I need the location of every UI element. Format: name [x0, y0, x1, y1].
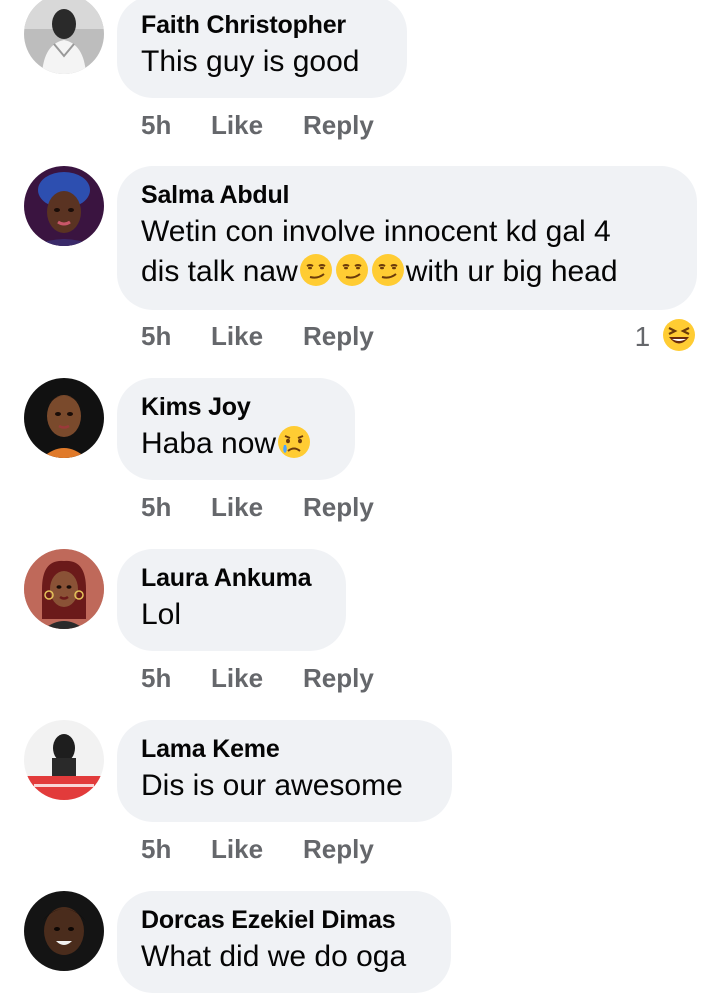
- comment-timestamp[interactable]: 5h: [141, 492, 171, 522]
- comment-timestamp[interactable]: 5h: [141, 110, 171, 140]
- comment-text: This guy is good: [141, 45, 360, 78]
- avatar[interactable]: [24, 720, 104, 800]
- comment-bubble: Laura Ankuma Lol: [117, 549, 346, 651]
- commenter-name[interactable]: Laura Ankuma: [141, 563, 316, 593]
- like-button[interactable]: Like: [211, 110, 263, 140]
- avatar[interactable]: [24, 378, 104, 458]
- comment-timestamp[interactable]: 5h: [141, 321, 171, 351]
- reaction-count: 1: [634, 321, 651, 352]
- smirking-face-icon: [335, 254, 368, 286]
- comment-timestamp[interactable]: 5h: [141, 834, 171, 864]
- commenter-name[interactable]: Faith Christopher: [141, 10, 377, 40]
- comment-bubble: Salma Abdul Wetin con involve innocent k…: [117, 166, 697, 310]
- comment-bubble: Kims Joy Haba now: [117, 378, 355, 480]
- reply-button[interactable]: Reply: [303, 834, 374, 864]
- comment-text: Lol: [141, 598, 182, 631]
- avatar[interactable]: [24, 166, 104, 246]
- comment-text: What did we do oga: [141, 940, 407, 973]
- comment-text: Wetin con involve innocent kd gal 4 dis …: [141, 212, 667, 292]
- comment-timestamp[interactable]: 5h: [141, 663, 171, 693]
- sad-but-relieved-face-icon: [278, 426, 311, 458]
- commenter-name[interactable]: Lama Keme: [141, 734, 422, 764]
- comment-bubble: Lama Keme Dis is our awesome: [117, 720, 452, 822]
- comment-text: Dis is our awesome: [141, 769, 403, 802]
- reply-button[interactable]: Reply: [303, 321, 374, 351]
- laughing-face-icon: [663, 319, 695, 351]
- reaction-summary[interactable]: 1: [635, 318, 696, 354]
- comment-bubble: Dorcas Ezekiel Dimas What did we do oga: [117, 891, 451, 993]
- like-button[interactable]: Like: [211, 663, 263, 693]
- comment-bubble: Faith Christopher This guy is good: [117, 0, 407, 98]
- like-button[interactable]: Like: [211, 834, 263, 864]
- avatar[interactable]: [24, 549, 104, 629]
- reply-button[interactable]: Reply: [303, 492, 374, 522]
- avatar[interactable]: [24, 891, 104, 971]
- commenter-name[interactable]: Dorcas Ezekiel Dimas: [141, 905, 421, 935]
- comment-text-line: dis talk naw with ur big head: [141, 252, 667, 292]
- like-button[interactable]: Like: [211, 321, 263, 351]
- like-button[interactable]: Like: [211, 492, 263, 522]
- comment-text-fragment: Haba now: [141, 427, 277, 460]
- reply-button[interactable]: Reply: [303, 663, 374, 693]
- comment-text-line: Wetin con involve innocent kd gal 4: [141, 215, 611, 248]
- smirking-face-icon: [299, 254, 332, 286]
- avatar[interactable]: [24, 0, 104, 74]
- smirking-face-icon: [371, 254, 404, 286]
- comment-text-fragment: with ur big head: [405, 255, 618, 288]
- comment-text-fragment: dis talk naw: [141, 255, 298, 288]
- comment-text: Haba now: [141, 424, 325, 464]
- reply-button[interactable]: Reply: [303, 110, 374, 140]
- commenter-name[interactable]: Kims Joy: [141, 392, 325, 422]
- commenter-name[interactable]: Salma Abdul: [141, 180, 667, 210]
